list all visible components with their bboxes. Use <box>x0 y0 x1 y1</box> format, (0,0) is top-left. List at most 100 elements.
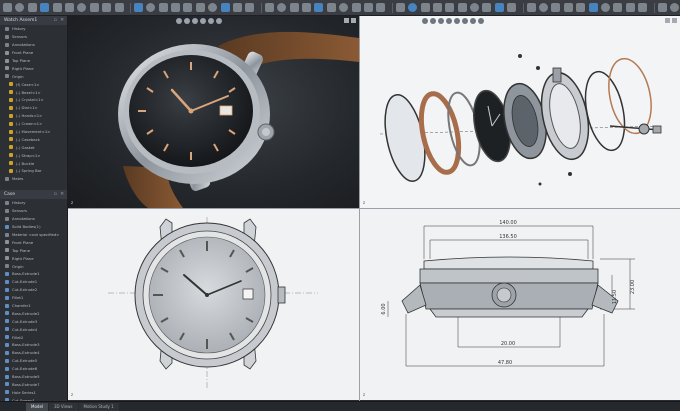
display-style-icon[interactable] <box>507 3 517 12</box>
section-icon[interactable] <box>339 3 349 12</box>
tree-item[interactable]: Origin <box>0 72 67 80</box>
tree-item[interactable]: Fillet1 <box>0 294 67 302</box>
viewport-front-view[interactable]: z <box>68 209 359 400</box>
edit-appearance-icon[interactable] <box>539 3 549 12</box>
tree-item[interactable]: Annotations <box>0 41 67 49</box>
perspective-icon[interactable] <box>613 3 623 12</box>
tree-item[interactable]: (-) Gasket <box>0 143 67 151</box>
tree-item[interactable]: Boss-Extrude5 <box>0 373 67 381</box>
view-settings-icon[interactable] <box>563 3 573 12</box>
mate-icon[interactable] <box>301 3 311 12</box>
tree-item[interactable]: Boss-Extrude3 <box>0 341 67 349</box>
tree-item[interactable]: Right Plane <box>0 64 67 72</box>
tree-item[interactable]: (f) Case<1> <box>0 80 67 88</box>
settings-icon[interactable] <box>669 3 679 12</box>
viewport-exploded[interactable]: z <box>360 16 680 208</box>
viewport-side-view[interactable]: 140.00 136.50 20.00 47.80 23.00 11.50 6.… <box>360 209 680 400</box>
mass-properties-icon[interactable] <box>363 3 373 12</box>
tree-item[interactable]: Right Plane <box>0 254 67 262</box>
tree-item[interactable]: Front Plane <box>0 49 67 57</box>
tab-3d-views[interactable]: 3D Views <box>49 403 78 411</box>
view-orient-icon[interactable] <box>494 3 504 12</box>
tree-item[interactable]: Cut-Extrude1 <box>0 278 67 286</box>
tree-item[interactable]: History <box>0 25 67 33</box>
fillet-icon[interactable] <box>208 3 218 12</box>
rib-icon[interactable] <box>245 3 255 12</box>
tree-item[interactable]: (-) Strap<1> <box>0 151 67 159</box>
redo-icon[interactable] <box>64 3 74 12</box>
tree-item[interactable]: Top Plane <box>0 57 67 65</box>
sweep-icon[interactable] <box>183 3 193 12</box>
tree-header-assembly[interactable]: Watch Assem1 ▫ ✕ <box>0 16 67 25</box>
scene-icon[interactable] <box>408 3 418 12</box>
panel-controls-icon[interactable]: ▫ ✕ <box>54 190 65 199</box>
tree-item[interactable]: Cut-Extrude6 <box>0 365 67 373</box>
tree-item[interactable]: (-) Hands<1> <box>0 112 67 120</box>
sketch-relations-icon[interactable] <box>638 3 648 12</box>
tree-header-part[interactable]: Case ▫ ✕ <box>0 190 67 199</box>
pattern-icon[interactable] <box>264 3 274 12</box>
chamfer-icon[interactable] <box>220 3 230 12</box>
tree-item[interactable]: Cut-Extrude4 <box>0 325 67 333</box>
panel-controls-icon[interactable]: ▫ ✕ <box>54 16 65 25</box>
pan-icon[interactable] <box>470 3 480 12</box>
tree-item[interactable]: (-) Caseback <box>0 135 67 143</box>
tree-item[interactable]: History <box>0 199 67 207</box>
tree-item[interactable]: (-) Movement<1> <box>0 128 67 136</box>
loft-icon[interactable] <box>195 3 205 12</box>
camera-icon[interactable] <box>432 3 442 12</box>
tree-item[interactable]: Cut-Extrude3 <box>0 317 67 325</box>
tree-item[interactable]: Boss-Extrude2 <box>0 309 67 317</box>
tree-item[interactable]: (-) Bezel<1> <box>0 88 67 96</box>
lights-icon[interactable] <box>445 3 455 12</box>
tree-item[interactable]: Boss-Extrude7 <box>0 380 67 388</box>
appearance-icon[interactable] <box>395 3 405 12</box>
tree-item[interactable]: Cut-Extrude2 <box>0 286 67 294</box>
tree-item[interactable]: (-) Spring Bar <box>0 167 67 175</box>
decals-icon[interactable] <box>420 3 430 12</box>
render-icon[interactable] <box>376 3 386 12</box>
hide-show-icon[interactable] <box>526 3 536 12</box>
save-icon[interactable] <box>27 3 37 12</box>
tree-item[interactable]: Sensors <box>0 207 67 215</box>
tree-item[interactable]: Front Plane <box>0 238 67 246</box>
insert-component-icon[interactable] <box>314 3 324 12</box>
tree-item[interactable]: Top Plane <box>0 246 67 254</box>
tree-item[interactable]: (-) Dial<1> <box>0 104 67 112</box>
realview-icon[interactable] <box>576 3 586 12</box>
extrude-icon[interactable] <box>158 3 168 12</box>
tree-item[interactable]: Origin <box>0 262 67 270</box>
rebuild-icon[interactable] <box>89 3 99 12</box>
cartoon-icon[interactable] <box>625 3 635 12</box>
shadows-icon[interactable] <box>588 3 598 12</box>
apply-scene-icon[interactable] <box>551 3 561 12</box>
tree-item[interactable]: (-) Crown<1> <box>0 120 67 128</box>
sketch-icon[interactable] <box>146 3 156 12</box>
tree-item[interactable]: Boss-Extrude1 <box>0 270 67 278</box>
measure-icon[interactable] <box>351 3 361 12</box>
tab-model[interactable]: Model <box>26 403 49 411</box>
tree-item[interactable]: Hole Series1 <box>0 388 67 396</box>
open-icon[interactable] <box>15 3 25 12</box>
mirror-icon[interactable] <box>277 3 287 12</box>
zoom-icon[interactable] <box>457 3 467 12</box>
tree-item[interactable]: Cut-Extrude5 <box>0 357 67 365</box>
tree-item[interactable]: Mates <box>0 175 67 183</box>
tab-motion-study-1[interactable]: Motion Study 1 <box>78 403 119 411</box>
tree-item[interactable]: Sensors <box>0 33 67 41</box>
smart-dimension-icon[interactable] <box>133 3 143 12</box>
select-icon[interactable] <box>77 3 87 12</box>
tree-item[interactable]: Chamfer1 <box>0 302 67 310</box>
tree-item[interactable]: (-) Buckle <box>0 159 67 167</box>
tree-item[interactable]: Solid Bodies(1) <box>0 223 67 231</box>
tree-item[interactable]: Boss-Extrude4 <box>0 349 67 357</box>
viewport-rendered[interactable]: z <box>68 16 359 208</box>
search-icon[interactable] <box>657 3 667 12</box>
revolve-icon[interactable] <box>171 3 181 12</box>
shell-icon[interactable] <box>233 3 243 12</box>
print-icon[interactable] <box>40 3 50 12</box>
hole-icon[interactable] <box>289 3 299 12</box>
options-icon[interactable] <box>102 3 112 12</box>
tree-item[interactable]: Fillet2 <box>0 333 67 341</box>
new-icon[interactable] <box>3 3 12 12</box>
